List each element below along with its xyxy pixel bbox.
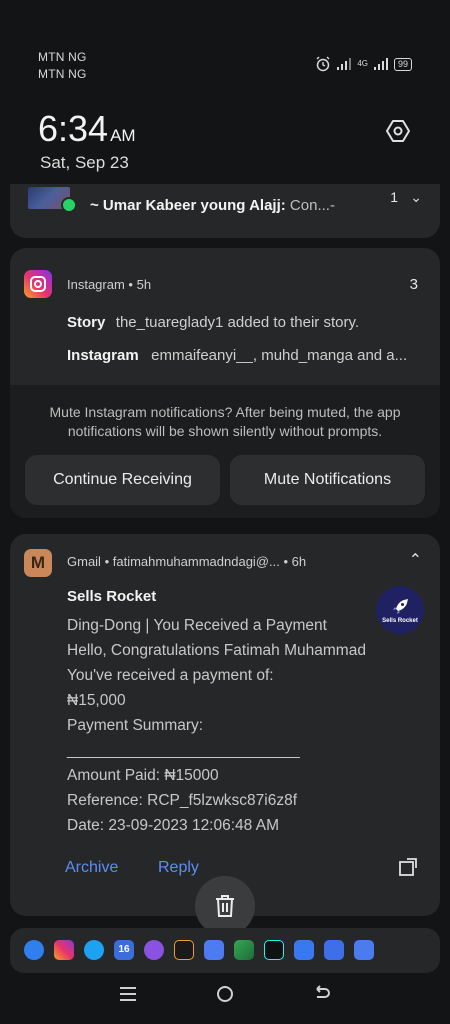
gmail-time: 6h xyxy=(291,554,307,569)
home-icon[interactable] xyxy=(216,985,234,1003)
gmail-line: ₦15,000 xyxy=(67,692,126,709)
gmail-line: Date: 23-09-2023 12:06:48 AM xyxy=(67,817,279,834)
battery-icon: 99 xyxy=(393,57,412,71)
carrier-label-1: MTN NG xyxy=(38,50,87,64)
calendar-icon[interactable]: 16 xyxy=(114,940,134,960)
archive-button[interactable]: Archive xyxy=(65,859,118,877)
chevron-up-icon[interactable]: ⌃ xyxy=(409,550,422,570)
gmail-notification[interactable]: M Gmail • fatimahmuhammadndagi@... • 6h … xyxy=(10,534,440,916)
instagram-header: Instagram • 5h xyxy=(67,277,152,292)
whatsapp-icon xyxy=(61,197,77,213)
rocket-icon xyxy=(393,598,408,614)
instagram-icon[interactable] xyxy=(54,940,74,960)
gmail-header: Gmail • fatimahmuhammadndagi@... • 6h xyxy=(67,554,307,569)
maps-icon[interactable] xyxy=(234,940,254,960)
list-item[interactable]: Story the_tuareglady1 added to their sto… xyxy=(67,314,359,332)
instagram-app-name: Instagram xyxy=(67,277,125,292)
instagram-time: 5h xyxy=(136,277,152,292)
signal-icon-2 xyxy=(373,58,388,70)
whatsapp-preview: Con...- xyxy=(289,197,335,214)
whatsapp-notification[interactable]: ~ Umar Kabeer young Alajj: Con...- 1 ⌄ xyxy=(10,184,440,238)
twitter-icon[interactable] xyxy=(84,940,104,960)
open-external-icon[interactable] xyxy=(398,857,418,877)
messages-icon[interactable] xyxy=(24,940,44,960)
app-dock: 16 xyxy=(10,928,440,973)
clock-date: Sat, Sep 23 xyxy=(40,153,129,172)
gmail-body: Sells Rocket Ding-Dong | You Received a … xyxy=(67,588,387,838)
google-icon[interactable] xyxy=(324,940,344,960)
clock: 6:34 AM xyxy=(38,108,136,150)
mute-message: Mute Instagram notifications? After bein… xyxy=(49,404,401,439)
instagram-count: 3 xyxy=(409,276,418,293)
whatsapp-sender: ~ Umar Kabeer young Alajj: xyxy=(90,197,286,214)
navigation-bar xyxy=(0,985,450,1003)
network-type-label: 4G xyxy=(357,59,368,68)
trash-icon xyxy=(216,895,234,917)
clear-all-button[interactable] xyxy=(195,876,255,936)
gmail-line: Reference: RCP_f5lzwksc87i6z8f xyxy=(67,792,298,809)
row-title: Instagram xyxy=(67,347,139,364)
row-text: the_tuareglady1 added to their story. xyxy=(115,314,360,331)
play-icon[interactable] xyxy=(354,940,374,960)
list-item[interactable]: Instagram emmaifeanyi__, muhd_manga and … xyxy=(67,347,407,365)
gmail-line: ___________________________ xyxy=(67,742,300,759)
status-icons: 4G 99 xyxy=(315,56,412,72)
podcast-icon[interactable] xyxy=(144,940,164,960)
tiktok-icon[interactable] xyxy=(264,940,284,960)
whatsapp-message: ~ Umar Kabeer young Alajj: Con...- xyxy=(90,197,335,214)
gmail-line: Amount Paid: ₦15000 xyxy=(67,767,219,784)
settings-icon[interactable] xyxy=(384,117,412,145)
mute-prompt: Mute Instagram notifications? After bein… xyxy=(10,385,440,518)
gmail-app-name: Gmail xyxy=(67,554,101,569)
whatsapp-count: 1 xyxy=(390,189,398,205)
gmail-icon: M xyxy=(24,549,52,577)
gmail-sender: Sells Rocket xyxy=(67,588,157,605)
chevron-down-icon[interactable]: ⌄ xyxy=(410,189,422,206)
gmail-line: Payment Summary: xyxy=(67,717,204,734)
mute-notifications-button[interactable]: Mute Notifications xyxy=(230,455,425,505)
continue-receiving-button[interactable]: Continue Receiving xyxy=(25,455,220,505)
reply-button[interactable]: Reply xyxy=(158,859,199,877)
alarm-icon xyxy=(316,56,330,72)
instagram-icon xyxy=(24,270,52,298)
gmail-line: Ding-Dong | You Received a Payment xyxy=(67,617,327,634)
gmail-account: fatimahmuhammadndagi@... xyxy=(112,554,280,569)
carrier-label-2: MTN NG xyxy=(38,67,87,81)
clock-ampm: AM xyxy=(110,126,136,145)
avatar-label: Sells Rocket xyxy=(382,617,418,624)
gmail-icon[interactable] xyxy=(204,940,224,960)
row-text: emmaifeanyi__, muhd_manga and a... xyxy=(151,347,408,364)
back-icon[interactable] xyxy=(313,985,331,1003)
row-title: Story xyxy=(67,314,106,331)
gmail-line: You've received a payment of: xyxy=(67,667,274,684)
gmail-line: Hello, Congratulations Fatimah Muhammad xyxy=(67,642,366,659)
audiomack-icon[interactable] xyxy=(174,940,194,960)
instagram-notification[interactable]: Instagram • 5h 3 Story the_tuareglady1 a… xyxy=(10,248,440,518)
signal-icon xyxy=(337,58,352,70)
clock-time: 6:34 xyxy=(38,108,109,149)
recents-icon[interactable] xyxy=(119,985,137,1003)
gallery-icon[interactable] xyxy=(294,940,314,960)
